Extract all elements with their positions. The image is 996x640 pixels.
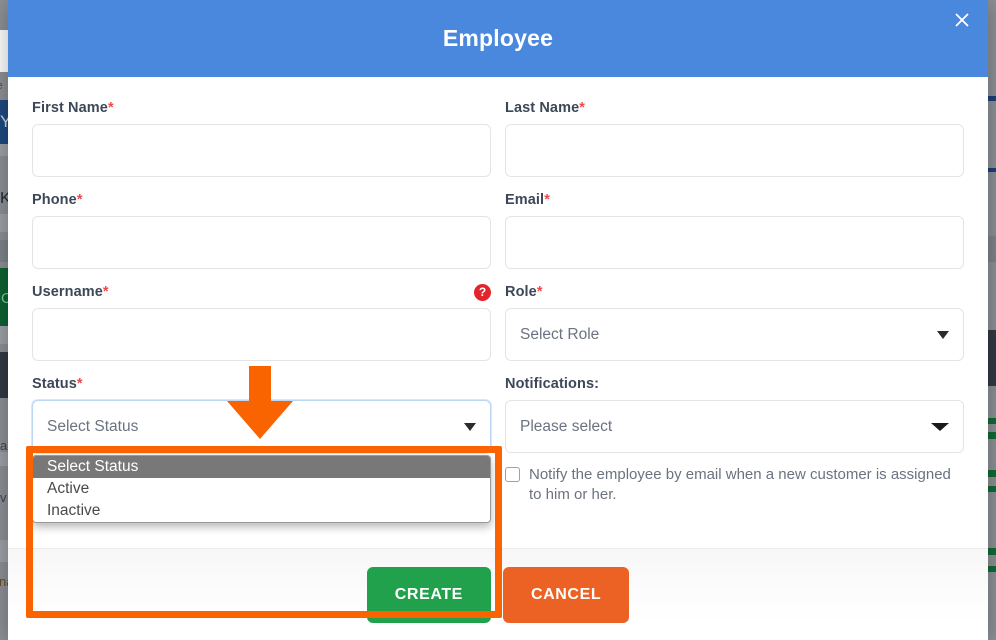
last-name-input[interactable] (505, 124, 964, 177)
status-select[interactable]: Select Status (32, 400, 491, 453)
field-last-name: Last Name* (505, 99, 964, 177)
status-option-inactive[interactable]: Inactive (33, 500, 490, 522)
modal-footer: CREATE CANCEL (8, 548, 988, 640)
page-title: Employee (442, 25, 554, 51)
help-question-icon[interactable]: ? (474, 283, 491, 301)
field-status: Status* Select Status Select Status Acti… (32, 375, 491, 523)
close-icon[interactable] (950, 8, 974, 32)
field-role: Role* Select Role (505, 283, 964, 361)
required-asterisk: * (76, 376, 83, 392)
required-asterisk: * (536, 284, 543, 300)
create-button[interactable]: CREATE (366, 566, 491, 623)
role-select-wrapper: Select Role (505, 308, 964, 361)
field-username: Username* ? (32, 283, 491, 361)
email-label: Email* (505, 192, 550, 208)
bg-fragment: v (0, 490, 7, 505)
last-name-label: Last Name* (505, 100, 585, 116)
field-email: Email* (505, 191, 964, 269)
chevron-down-icon (931, 422, 949, 431)
notifications-select-wrapper: Please select (505, 400, 964, 453)
email-input[interactable] (505, 216, 964, 269)
status-option-active[interactable]: Active (33, 478, 490, 500)
first-name-label-row: First Name* (32, 99, 491, 117)
required-asterisk: * (107, 100, 114, 116)
phone-label: Phone* (32, 192, 83, 208)
bg-fragment: e (0, 78, 3, 92)
chevron-down-icon (464, 422, 476, 431)
form-grid: First Name* Last Name* Phone* Email* Use… (32, 99, 964, 523)
screen-root: e Y K O ar v na (0, 0, 996, 640)
status-select-value: Select Status (47, 417, 139, 435)
last-name-label-row: Last Name* (505, 99, 964, 117)
cancel-button[interactable]: CANCEL (502, 566, 630, 623)
phone-input[interactable] (32, 216, 491, 269)
notifications-select[interactable]: Please select (505, 400, 964, 453)
role-label-row: Role* (505, 283, 964, 301)
notifications-select-value: Please select (520, 417, 613, 435)
field-first-name: First Name* (32, 99, 491, 177)
username-input[interactable] (32, 308, 491, 361)
role-select-value: Select Role (520, 325, 600, 343)
notifications-label-row: Notifications: (505, 375, 964, 393)
notify-checkbox-row: Notify the employee by email when a new … (505, 465, 964, 505)
username-label: Username* (32, 284, 109, 300)
modal-body: First Name* Last Name* Phone* Email* Use… (8, 77, 988, 618)
notify-checkbox-label: Notify the employee by email when a new … (529, 466, 951, 503)
status-option-list[interactable]: Select Status Active Inactive (32, 455, 491, 523)
username-label-row: Username* ? (32, 283, 491, 301)
notify-checkbox[interactable] (505, 467, 520, 482)
email-label-row: Email* (505, 191, 964, 209)
employee-modal: Employee First Name* Last Name* Phone* E… (8, 0, 988, 640)
field-phone: Phone* (32, 191, 491, 269)
role-select[interactable]: Select Role (505, 308, 964, 361)
modal-header: Employee (8, 0, 988, 77)
required-asterisk: * (579, 100, 585, 116)
status-select-wrapper: Select Status Select Status Active Inact… (32, 400, 491, 523)
required-asterisk: * (544, 192, 550, 208)
required-asterisk: * (76, 192, 83, 208)
notifications-label: Notifications: (505, 376, 600, 392)
status-label: Status* (32, 376, 83, 392)
status-option-select-status[interactable]: Select Status (33, 456, 490, 478)
first-name-label: First Name* (32, 100, 114, 116)
phone-label-row: Phone* (32, 191, 491, 209)
first-name-input[interactable] (32, 124, 491, 177)
chevron-down-icon (937, 330, 949, 339)
field-notifications: Notifications: Please select Notify the … (505, 375, 964, 505)
role-label: Role* (505, 284, 543, 300)
status-label-row: Status* (32, 375, 491, 393)
required-asterisk: * (102, 284, 109, 300)
